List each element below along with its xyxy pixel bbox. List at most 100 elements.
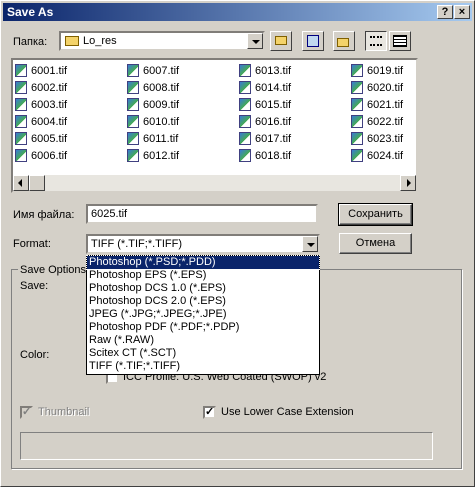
chevron-down-icon[interactable] (247, 33, 263, 49)
image-file-icon (127, 132, 139, 145)
image-file-icon (15, 149, 27, 162)
format-option-psd[interactable]: Photoshop (*.PSD;*.PDD) (86, 255, 320, 270)
list-item[interactable]: 6004.tif (15, 113, 67, 130)
list-item[interactable]: 6015.tif (239, 96, 291, 113)
image-file-icon (351, 64, 363, 77)
list-item[interactable]: 6002.tif (15, 79, 67, 96)
image-file-icon (239, 98, 251, 111)
scroll-right-button[interactable] (400, 175, 416, 191)
save-options-title: Save Options (18, 264, 89, 276)
image-file-icon (239, 64, 251, 77)
details-view-icon (393, 35, 407, 47)
up-folder-button[interactable] (270, 31, 292, 51)
scroll-left-button[interactable] (13, 175, 29, 191)
list-item[interactable]: 6011.tif (127, 130, 179, 147)
new-folder-icon (337, 38, 349, 47)
scroll-thumb[interactable] (29, 175, 45, 191)
save-button[interactable]: Сохранить (338, 203, 413, 226)
list-item[interactable]: 6010.tif (127, 113, 179, 130)
list-item[interactable]: 6016.tif (239, 113, 291, 130)
image-file-icon (351, 81, 363, 94)
filename-input[interactable]: 6025.tif (86, 204, 318, 224)
arrow-right-icon (407, 179, 411, 187)
image-file-icon (239, 115, 251, 128)
list-item[interactable]: 6006.tif (15, 147, 67, 164)
color-label: Color: (20, 349, 50, 361)
list-item[interactable]: 6001.tif (15, 62, 67, 79)
image-file-icon (239, 149, 251, 162)
list-item[interactable]: 6017.tif (239, 130, 291, 147)
help-button[interactable]: ? (437, 5, 453, 19)
list-view-button[interactable] (365, 31, 387, 51)
image-file-icon (15, 132, 27, 145)
format-option-pdf[interactable]: Photoshop PDF (*.PDF;*.PDP) (87, 321, 319, 334)
list-item[interactable]: 6008.tif (127, 79, 179, 96)
location-label: Папка: (13, 36, 48, 48)
file-column-4: 6019.tif 6020.tif 6021.tif 6022.tif 6023… (351, 62, 403, 164)
save-as-dialog: Save As ? × Папка: Lo_res 6001.tif 6002.… (0, 0, 475, 487)
desktop-icon (307, 35, 319, 47)
list-item[interactable]: 6013.tif (239, 62, 291, 79)
list-item[interactable]: 6022.tif (351, 113, 403, 130)
list-item[interactable]: 6009.tif (127, 96, 179, 113)
list-item[interactable]: 6003.tif (15, 96, 67, 113)
filename-label: Имя файла: (13, 209, 75, 221)
desktop-button[interactable] (302, 31, 324, 51)
list-item[interactable]: 6023.tif (351, 130, 403, 147)
image-file-icon (127, 81, 139, 94)
image-file-icon (239, 81, 251, 94)
format-option-dcs1[interactable]: Photoshop DCS 1.0 (*.EPS) (87, 282, 319, 295)
lowercase-extension-checkbox[interactable]: ✓ (203, 406, 216, 419)
cancel-button[interactable]: Отмена (339, 233, 412, 254)
format-dropdown-list[interactable]: Photoshop (*.PSD;*.PDD) Photoshop EPS (*… (86, 255, 320, 375)
image-file-icon (15, 81, 27, 94)
list-item[interactable]: 6019.tif (351, 62, 403, 79)
format-option-jpeg[interactable]: JPEG (*.JPG;*.JPEG;*.JPE) (87, 308, 319, 321)
image-file-icon (351, 98, 363, 111)
image-file-icon (127, 115, 139, 128)
image-file-icon (15, 64, 27, 77)
image-file-icon (239, 132, 251, 145)
up-folder-icon (275, 36, 287, 45)
title-bar[interactable]: Save As ? × (3, 3, 472, 21)
close-button[interactable]: × (454, 5, 470, 19)
image-file-icon (15, 98, 27, 111)
image-file-icon (127, 98, 139, 111)
list-item[interactable]: 6012.tif (127, 147, 179, 164)
format-select[interactable]: TIFF (*.TIF;*.TIFF) (86, 234, 320, 254)
new-folder-button[interactable] (333, 31, 355, 51)
save-label: Save: (20, 280, 49, 292)
location-combo[interactable]: Lo_res (59, 31, 265, 51)
list-item[interactable]: 6024.tif (351, 147, 403, 164)
image-file-icon (351, 149, 363, 162)
image-file-icon (127, 64, 139, 77)
format-option-eps[interactable]: Photoshop EPS (*.EPS) (87, 269, 319, 282)
list-item[interactable]: 6007.tif (127, 62, 179, 79)
details-view-button[interactable] (389, 31, 411, 51)
image-file-icon (15, 115, 27, 128)
lowercase-extension-label: Use Lower Case Extension (221, 406, 354, 418)
format-option-sct[interactable]: Scitex CT (*.SCT) (87, 347, 319, 360)
image-file-icon (127, 149, 139, 162)
list-item[interactable]: 6021.tif (351, 96, 403, 113)
image-file-icon (351, 115, 363, 128)
file-column-3: 6013.tif 6014.tif 6015.tif 6016.tif 6017… (239, 62, 291, 164)
horizontal-scrollbar[interactable] (13, 175, 416, 191)
format-option-dcs2[interactable]: Photoshop DCS 2.0 (*.EPS) (87, 295, 319, 308)
location-value: Lo_res (83, 35, 117, 47)
list-item[interactable]: 6014.tif (239, 79, 291, 96)
format-option-raw[interactable]: Raw (*.RAW) (87, 334, 319, 347)
list-view-icon (370, 36, 382, 46)
file-list[interactable]: 6001.tif 6002.tif 6003.tif 6004.tif 6005… (11, 58, 418, 193)
thumbnail-checkbox[interactable]: ✓ (20, 406, 33, 419)
status-panel (20, 432, 433, 460)
folder-icon (65, 36, 79, 46)
list-item[interactable]: 6018.tif (239, 147, 291, 164)
list-item[interactable]: 6020.tif (351, 79, 403, 96)
format-option-tiff[interactable]: TIFF (*.TIF;*.TIFF) (87, 360, 319, 373)
format-label: Format: (13, 238, 51, 250)
file-column-1: 6001.tif 6002.tif 6003.tif 6004.tif 6005… (15, 62, 67, 164)
file-column-2: 6007.tif 6008.tif 6009.tif 6010.tif 6011… (127, 62, 179, 164)
chevron-down-icon[interactable] (302, 236, 318, 252)
list-item[interactable]: 6005.tif (15, 130, 67, 147)
